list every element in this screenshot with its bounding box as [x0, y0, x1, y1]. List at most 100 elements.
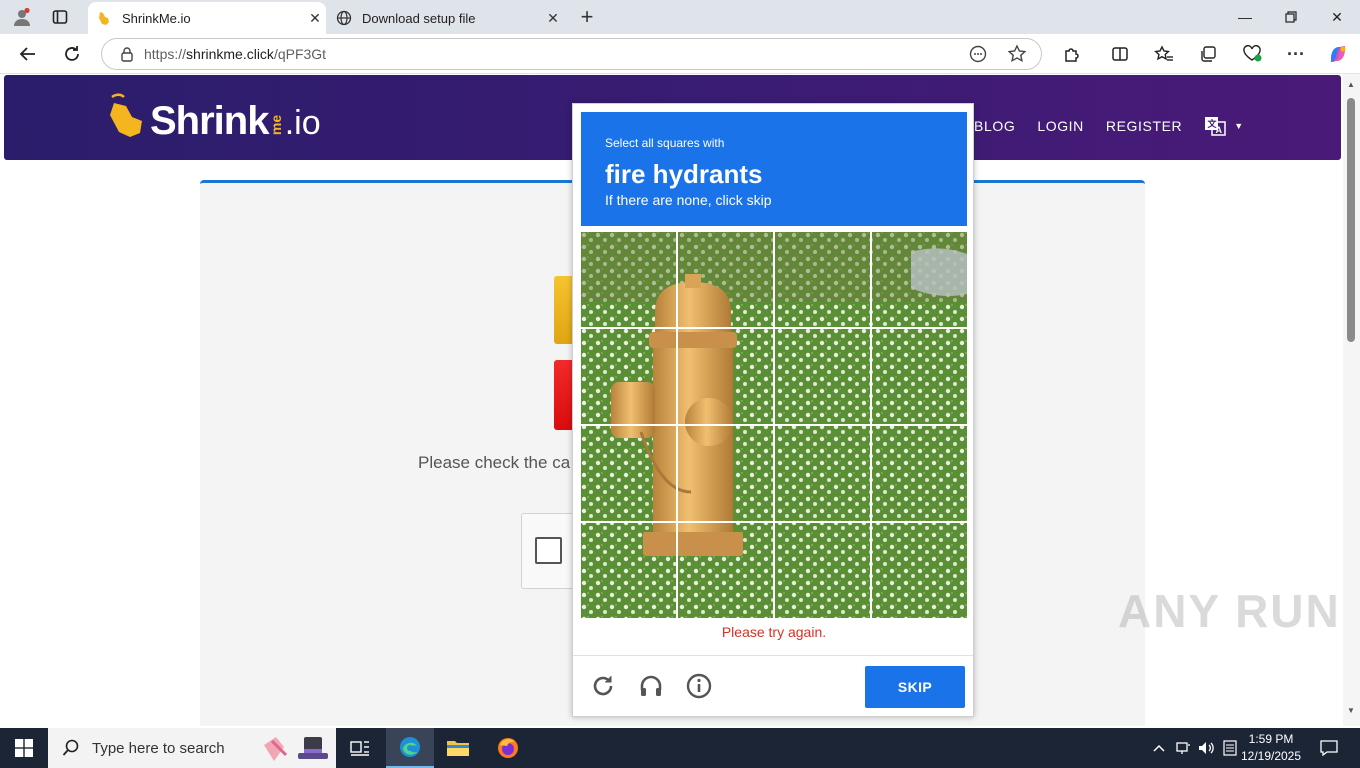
new-tab-icon[interactable]: + — [574, 4, 600, 30]
site-logo[interactable]: Shrink me .io — [108, 93, 321, 143]
grid-line — [581, 521, 967, 523]
captcha-footer: SKIP — [573, 655, 973, 717]
captcha-tile[interactable] — [872, 426, 966, 520]
windows-start-icon[interactable] — [0, 728, 48, 768]
restore-icon[interactable] — [1268, 0, 1314, 34]
minimize-icon[interactable]: — — [1222, 0, 1268, 34]
copilot-icon[interactable] — [1324, 40, 1352, 68]
url-text: https://shrinkme.click/qPF3Gt — [144, 46, 326, 62]
captcha-tile[interactable] — [678, 426, 772, 520]
captcha-tile[interactable] — [581, 329, 675, 423]
scroll-up-icon[interactable]: ▲ — [1347, 80, 1355, 89]
tab-download[interactable]: Download setup file ✕ — [328, 2, 564, 34]
captcha-tile[interactable] — [678, 523, 772, 617]
browser-toolbar: https://shrinkme.click/qPF3Gt ··· — [0, 34, 1360, 74]
language-icon[interactable]: 文A ▼ — [1204, 115, 1243, 137]
hand-pointer-icon — [108, 93, 148, 139]
scroll-down-icon[interactable]: ▼ — [1347, 706, 1355, 715]
collections-icon[interactable] — [1194, 40, 1222, 68]
notifications-icon[interactable] — [1314, 728, 1344, 768]
clock-time: 1:59 PM — [1248, 732, 1294, 746]
chevron-down-icon: ▼ — [1234, 121, 1244, 131]
svg-text:A: A — [1216, 125, 1223, 135]
firefox-icon[interactable] — [484, 728, 532, 768]
captcha-tile[interactable] — [872, 329, 966, 423]
file-explorer-icon[interactable] — [434, 728, 482, 768]
favorites-icon[interactable] — [1150, 40, 1178, 68]
url-path: /qPF3Gt — [273, 46, 327, 62]
captcha-error: Please try again. — [721, 624, 827, 640]
grid-line — [581, 424, 967, 426]
captcha-instruction: Select all squares with — [605, 136, 725, 150]
logo-me: me — [268, 114, 285, 136]
lock-icon[interactable] — [120, 46, 134, 62]
language-tray-icon[interactable] — [1220, 728, 1240, 768]
close-tab-icon[interactable]: ✕ — [542, 7, 564, 29]
hand-pointer-icon — [96, 10, 112, 26]
clock-date: 12/19/2025 — [1240, 749, 1302, 763]
tray-chevron-icon[interactable] — [1148, 728, 1170, 768]
browser-essentials-icon[interactable] — [1238, 40, 1266, 68]
captcha-image-grid — [581, 232, 967, 618]
back-icon[interactable] — [14, 40, 42, 68]
globe-icon — [336, 10, 352, 26]
captcha-hint: If there are none, click skip — [605, 192, 772, 208]
tab-strip: ShrinkMe.io ✕ Download setup file ✕ + — … — [0, 0, 1360, 34]
captcha-tile[interactable] — [581, 426, 675, 520]
logo-tld: .io — [284, 104, 321, 142]
captcha-tile[interactable] — [775, 232, 869, 326]
captcha-challenge: Select all squares with fire hydrants If… — [572, 103, 974, 717]
info-icon[interactable] — [683, 670, 715, 702]
refresh-icon[interactable] — [58, 40, 86, 68]
captcha-tile[interactable] — [678, 232, 772, 326]
site-nav: BLOG LOGIN REGISTER 文A ▼ — [974, 115, 1243, 137]
captcha-tile[interactable] — [678, 329, 772, 423]
captcha-tile[interactable] — [581, 232, 675, 326]
audio-challenge-icon[interactable] — [635, 670, 667, 702]
captcha-target: fire hydrants — [605, 159, 763, 189]
grid-line — [581, 327, 967, 329]
captcha-tile[interactable] — [872, 232, 966, 326]
reload-icon[interactable] — [587, 670, 619, 702]
task-view-icon[interactable] — [336, 728, 384, 768]
skip-button[interactable]: SKIP — [865, 666, 965, 708]
reader-icon[interactable] — [969, 45, 987, 63]
captcha-tile[interactable] — [775, 523, 869, 617]
taskbar-search[interactable]: Type here to search — [48, 728, 336, 768]
captcha-tile[interactable] — [581, 523, 675, 617]
taskbar-clock[interactable]: 1:59 PM 12/19/2025 — [1238, 731, 1304, 765]
url-host: shrinkme.click — [186, 46, 274, 62]
more-menu-icon[interactable]: ··· — [1282, 40, 1310, 68]
search-icon — [62, 739, 80, 757]
edge-taskbar-icon[interactable] — [386, 728, 434, 768]
search-placeholder: Type here to search — [92, 739, 225, 757]
volume-icon[interactable] — [1196, 728, 1218, 768]
captcha-tile[interactable] — [775, 329, 869, 423]
instruction-text: Please check the ca — [418, 453, 571, 472]
close-window-icon[interactable]: ✕ — [1314, 0, 1360, 34]
search-highlight-icon — [260, 731, 330, 765]
network-icon[interactable] — [1172, 728, 1194, 768]
tab-title: ShrinkMe.io — [122, 10, 191, 26]
captcha-tile[interactable] — [872, 523, 966, 617]
profile-icon[interactable] — [8, 4, 36, 30]
scroll-thumb[interactable] — [1347, 98, 1355, 342]
address-bar[interactable]: https://shrinkme.click/qPF3Gt — [101, 38, 1042, 70]
nav-blog[interactable]: BLOG — [974, 118, 1015, 134]
nav-register[interactable]: REGISTER — [1106, 118, 1182, 134]
extensions-icon[interactable] — [1058, 40, 1086, 68]
close-tab-icon[interactable]: ✕ — [304, 7, 326, 29]
captcha-tile[interactable] — [775, 426, 869, 520]
split-screen-icon[interactable] — [1106, 40, 1134, 68]
tab-title: Download setup file — [362, 10, 476, 26]
watermark: ANY RUN — [1118, 585, 1341, 637]
page-scrollbar[interactable]: ▲ ▼ — [1343, 74, 1360, 726]
captcha-checkbox[interactable] — [535, 537, 562, 564]
tab-actions-icon[interactable] — [46, 4, 74, 30]
tab-shrinkme[interactable]: ShrinkMe.io ✕ — [88, 2, 326, 34]
url-prefix: https:// — [144, 46, 187, 62]
logo-word: Shrink — [150, 99, 269, 143]
favorite-star-icon[interactable] — [1007, 44, 1027, 64]
captcha-header: Select all squares with fire hydrants If… — [581, 112, 967, 226]
nav-login[interactable]: LOGIN — [1037, 118, 1084, 134]
